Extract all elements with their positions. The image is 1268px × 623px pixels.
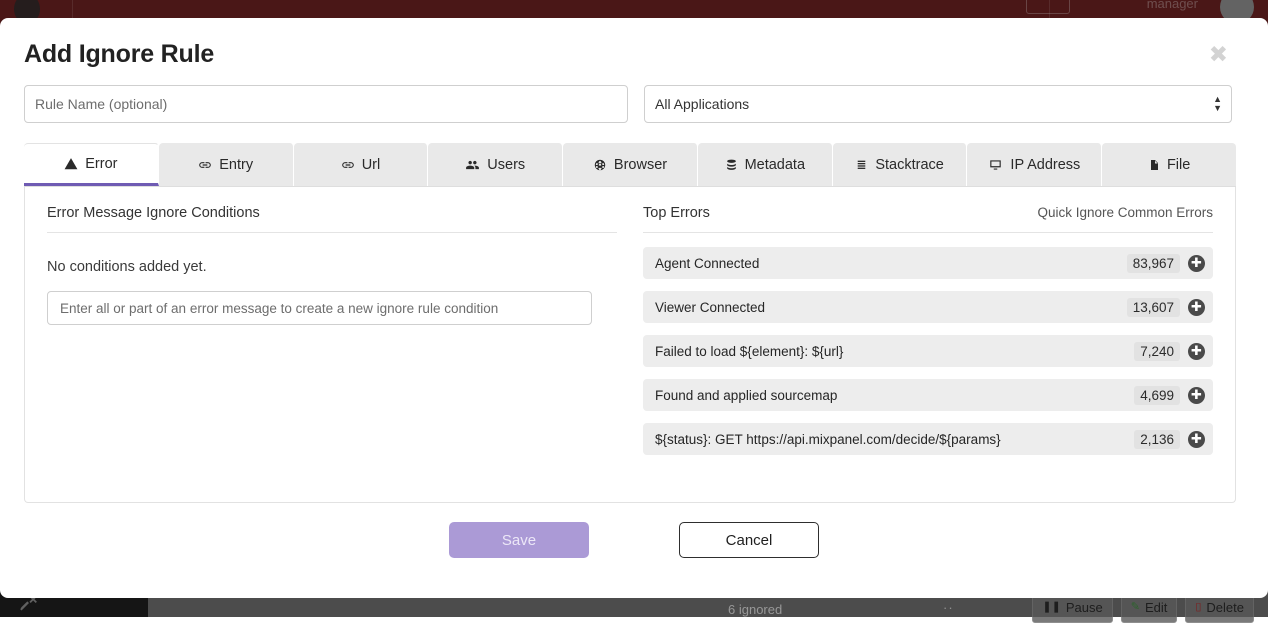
- tab-browser[interactable]: Browser: [563, 143, 698, 186]
- tab-stacktrace[interactable]: Stacktrace: [833, 143, 968, 186]
- error-message: Agent Connected: [655, 256, 1127, 271]
- list-item[interactable]: ${status}: GET https://api.mixpanel.com/…: [643, 423, 1213, 455]
- error-message: Failed to load ${element}: ${url}: [655, 344, 1134, 359]
- tab-url-label: Url: [362, 157, 381, 173]
- tab-users-label: Users: [487, 157, 525, 173]
- tab-metadata-label: Metadata: [745, 157, 805, 173]
- rule-name-input[interactable]: [24, 85, 628, 123]
- list-item[interactable]: Failed to load ${element}: ${url} 7,240 …: [643, 335, 1213, 367]
- monitor-icon: [988, 158, 1003, 172]
- tab-bar: Error Entry Url Users Browser: [24, 143, 1236, 187]
- tab-stacktrace-label: Stacktrace: [875, 157, 944, 173]
- error-message: ${status}: GET https://api.mixpanel.com/…: [655, 432, 1134, 447]
- close-icon[interactable]: ✖: [1209, 44, 1228, 67]
- conditions-title: Error Message Ignore Conditions: [47, 205, 260, 221]
- add-condition-icon[interactable]: ✚: [1188, 343, 1205, 360]
- list-icon: [855, 158, 868, 172]
- add-condition-icon[interactable]: ✚: [1188, 255, 1205, 272]
- tab-entry-label: Entry: [219, 157, 253, 173]
- tab-ip-address[interactable]: IP Address: [967, 143, 1102, 186]
- tab-metadata[interactable]: Metadata: [698, 143, 833, 186]
- chevron-updown-icon: ▲▼: [1213, 96, 1222, 112]
- list-item[interactable]: Agent Connected 83,967 ✚: [643, 247, 1213, 279]
- top-errors-header: Top Errors Quick Ignore Common Errors: [643, 205, 1213, 233]
- tab-file-label: File: [1167, 157, 1190, 173]
- add-condition-icon[interactable]: ✚: [1188, 431, 1205, 448]
- save-button[interactable]: Save: [449, 522, 589, 558]
- tab-file[interactable]: File: [1102, 143, 1236, 186]
- conditions-column: Error Message Ignore Conditions No condi…: [47, 205, 617, 484]
- tab-panel-error: Error Message Ignore Conditions No condi…: [24, 187, 1236, 503]
- add-condition-icon[interactable]: ✚: [1188, 387, 1205, 404]
- list-item[interactable]: Viewer Connected 13,607 ✚: [643, 291, 1213, 323]
- database-icon: [725, 158, 738, 172]
- add-ignore-rule-modal: Add Ignore Rule ✖ All Applications ▲▼ Er…: [0, 18, 1268, 598]
- error-count-badge: 7,240: [1134, 342, 1180, 361]
- top-errors-list: Agent Connected 83,967 ✚ Viewer Connecte…: [643, 247, 1213, 455]
- conditions-empty-text: No conditions added yet.: [47, 259, 617, 275]
- error-count-badge: 4,699: [1134, 386, 1180, 405]
- error-message: Viewer Connected: [655, 300, 1127, 315]
- conditions-header: Error Message Ignore Conditions: [47, 205, 617, 233]
- cancel-button[interactable]: Cancel: [679, 522, 819, 558]
- list-item[interactable]: Found and applied sourcemap 4,699 ✚: [643, 379, 1213, 411]
- tab-browser-label: Browser: [614, 157, 667, 173]
- tab-ip-address-label: IP Address: [1010, 157, 1080, 173]
- top-errors-title: Top Errors: [643, 205, 710, 221]
- application-select[interactable]: All Applications ▲▼: [644, 85, 1232, 123]
- tab-entry[interactable]: Entry: [159, 143, 294, 186]
- tab-error-label: Error: [85, 156, 117, 172]
- error-count-badge: 2,136: [1134, 430, 1180, 449]
- tab-error[interactable]: Error: [24, 143, 159, 186]
- modal-footer: Save Cancel: [0, 522, 1268, 558]
- quick-ignore-common-errors-link[interactable]: Quick Ignore Common Errors: [1037, 205, 1213, 220]
- condition-input[interactable]: [47, 291, 592, 325]
- modal-header: Add Ignore Rule ✖: [0, 18, 1268, 69]
- tab-users[interactable]: Users: [428, 143, 563, 186]
- link-icon: [198, 158, 212, 172]
- error-message: Found and applied sourcemap: [655, 388, 1134, 403]
- globe-icon: [593, 158, 607, 172]
- users-icon: [465, 158, 480, 172]
- warning-triangle-icon: [64, 157, 78, 171]
- rule-form-row: All Applications ▲▼: [0, 69, 1268, 123]
- file-icon: [1148, 158, 1160, 172]
- tab-url[interactable]: Url: [294, 143, 429, 186]
- application-select-value[interactable]: All Applications: [644, 85, 1232, 123]
- add-condition-icon[interactable]: ✚: [1188, 299, 1205, 316]
- top-errors-column: Top Errors Quick Ignore Common Errors Ag…: [643, 205, 1213, 484]
- page-title: Add Ignore Rule: [24, 40, 1244, 69]
- error-count-badge: 13,607: [1127, 298, 1180, 317]
- link-icon: [341, 158, 355, 172]
- error-count-badge: 83,967: [1127, 254, 1180, 273]
